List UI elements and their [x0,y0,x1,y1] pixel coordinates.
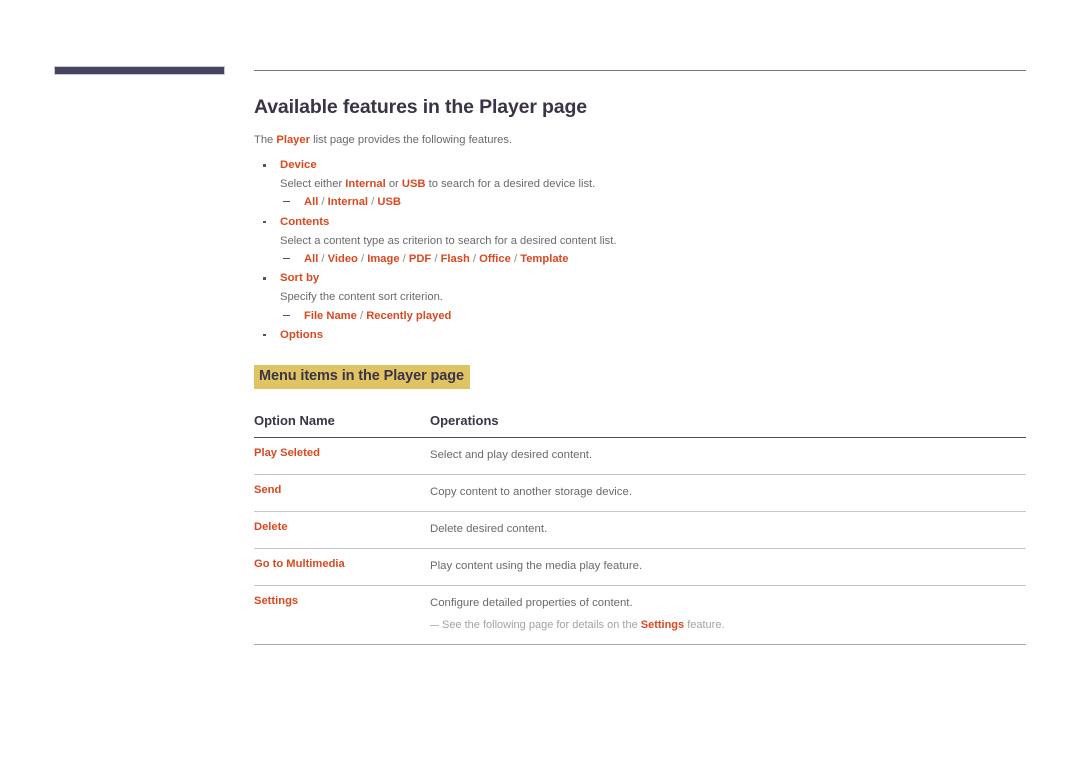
bullet-dot-icon [263,220,266,224]
feature-description-text: to search for a desired device list. [425,178,596,191]
feature-option-value: PDF [408,253,432,266]
option-separator: / [357,253,368,266]
feature-name-label: Device [280,159,317,172]
operation-text: Copy content to another storage device. [430,485,632,498]
table-row: Delete Delete desired content. [254,511,1026,550]
page-content: Available features in the Player page Th… [254,96,1026,646]
feature-name: Device [254,156,1026,175]
note-text-before: See the following page for details on th… [442,619,641,632]
option-separator: / [356,309,367,322]
cell-option-name: Play Seleted [254,437,430,475]
feature-option-value: Template [520,253,569,266]
dash-marker-icon [283,201,290,203]
operation-text: Configure detailed properties of content… [430,597,633,610]
feature-name-label: Options [280,328,324,341]
feature-description: Select a content type as criterion to se… [254,232,1026,250]
operation-text: Play content using the media play featur… [430,560,643,573]
feature-description-text: Select either [280,178,346,191]
feature-item: Device Select either Internal or USB to s… [254,156,1026,213]
cell-operation: Copy content to another storage device. [430,474,1026,512]
table-row: Go to Multimedia Play content using the m… [254,548,1026,587]
feature-option-value: File Name [304,309,357,322]
cell-operation: Configure detailed properties of content… [430,585,1026,646]
bullet-dot-icon [263,333,266,337]
feature-options: File Name / Recently played [254,307,1026,326]
feature-option-value: Office [479,253,511,266]
cell-option-name: Send [254,474,430,512]
note-text-after: feature. [684,619,725,632]
feature-list: Device Select either Internal or USB to s… [254,156,1026,345]
feature-name-label: Contents [280,215,330,228]
option-separator: / [399,253,409,266]
cell-operation: Select and play desired content. [430,437,1026,475]
intro-text-before: The [254,134,277,147]
operation-text: Delete desired content. [430,522,548,535]
feature-option-value: USB [377,196,401,209]
option-separator: / [431,253,441,266]
feature-name: Sort by [254,269,1026,288]
table-body: Play Seleted Select and play desired cont… [254,437,1026,646]
feature-description: Select either Internal or USB to search … [254,175,1026,193]
menu-items-table: Option Name Operations Play Seleted Selec… [254,412,1026,646]
note-dash-icon [430,625,439,627]
operation-text: Select and play desired content. [430,448,593,461]
menu-section-heading-wrap: Menu items in the Player page [254,365,1026,389]
operation-note: See the following page for details on th… [430,618,1026,634]
feature-name: Contents [254,213,1026,232]
section-tab-marker [54,66,225,75]
page-title: Available features in the Player page [254,96,587,118]
feature-name: Options [254,326,1026,345]
feature-description: Specify the content sort criterion. [254,288,1026,306]
feature-options: All / Internal / USB [254,193,1026,212]
intro-text-after: list page provides the following feature… [309,134,513,147]
option-separator: / [318,196,328,209]
feature-option-value: All [304,196,319,209]
bullet-dot-icon [263,277,266,280]
cell-option-name: Go to Multimedia [254,548,430,587]
bullet-dot-icon [263,164,266,167]
feature-options: All / Video / Image / PDF / Flash / Offi… [254,250,1026,269]
feature-option-value: Flash [440,253,470,266]
feature-option-value: Image [367,253,400,266]
feature-option-value: All [304,253,319,266]
feature-option-value: Video [327,253,358,266]
feature-item: Options [254,326,1026,345]
note-keyword-settings: Settings [640,619,685,632]
table-row: Play Seleted Select and play desired cont… [254,437,1026,475]
cell-option-name: Delete [254,511,430,550]
feature-description-text: Select a content type as criterion to se… [280,234,617,247]
feature-description-keyword: Internal [345,178,386,191]
feature-item: Contents Select a content type as criteri… [254,213,1026,270]
cell-option-name: Settings [254,585,430,646]
table-header: Option Name Operations [254,412,1026,438]
option-separator: / [318,253,328,266]
cell-operation: Play content using the media play featur… [430,548,1026,587]
feature-name-label: Sort by [280,272,320,285]
feature-item: Sort by Specify the content sort criterio… [254,269,1026,326]
table-row: Settings Configure detailed properties of… [254,585,1026,646]
intro-keyword-player: Player [276,134,310,147]
cell-operation: Delete desired content. [430,511,1026,550]
feature-description-keyword: USB [401,178,426,191]
header-divider-rule [254,70,1026,71]
page-header [0,0,1080,86]
option-separator: / [368,196,378,209]
option-separator: / [510,253,521,266]
intro-paragraph: The Player list page provides the follow… [254,132,1026,149]
feature-option-value: Recently played [366,309,452,322]
dash-marker-icon [283,258,290,260]
feature-option-value: Internal [327,196,369,209]
feature-description-text: Specify the content sort criterion. [280,291,443,304]
feature-description-text: or [385,178,402,191]
column-header-option-name: Option Name [254,412,430,438]
table-row: Send Copy content to another storage devi… [254,474,1026,512]
column-header-operations: Operations [430,412,1026,438]
dash-marker-icon [283,314,290,316]
option-separator: / [469,253,480,266]
menu-section-heading: Menu items in the Player page [254,365,470,389]
table-header-row: Option Name Operations [254,412,1026,438]
